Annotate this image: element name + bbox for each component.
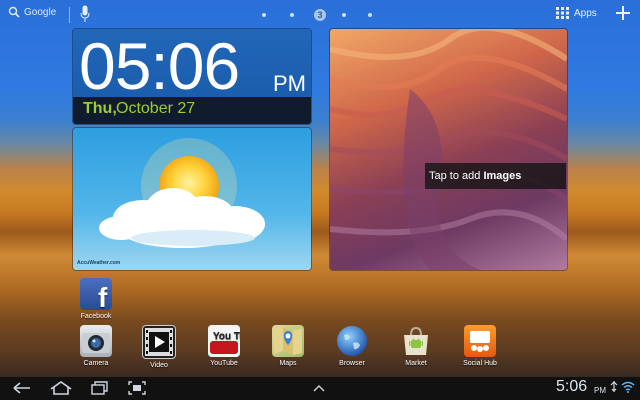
sunny-cloud-icon [99, 138, 265, 248]
google-search-button[interactable]: Google [8, 6, 56, 18]
home-icon[interactable] [49, 380, 73, 396]
microphone-icon[interactable] [80, 5, 90, 23]
search-icon [8, 6, 20, 18]
status-time: 5:06 [556, 378, 588, 395]
recent-apps-icon[interactable] [90, 380, 110, 396]
clock-ampm: PM [273, 71, 306, 96]
google-label: Google [24, 6, 57, 18]
back-icon[interactable] [12, 380, 32, 396]
canyon-photo [330, 29, 567, 270]
facebook-icon: f [80, 278, 112, 313]
tap-to-add-text: Tap to add Images [429, 170, 522, 182]
maps-app[interactable]: Maps [258, 325, 318, 367]
maps-icon [272, 325, 304, 357]
video-app[interactable]: Video [129, 325, 189, 369]
svg-text:You Tube: You Tube [213, 331, 240, 342]
market-app[interactable]: Market [386, 325, 446, 367]
youtube-icon: You Tube [208, 325, 258, 357]
social-hub-app[interactable]: Social Hub [450, 325, 510, 367]
camera-app[interactable]: Camera [66, 325, 126, 367]
svg-text:f: f [98, 282, 108, 310]
page-dot[interactable] [262, 13, 266, 17]
clock-widget[interactable]: 05:06 PM Thu, October 27 [73, 29, 311, 124]
clock-time: 05:06 [79, 29, 240, 103]
clock-day: Thu, [83, 100, 117, 117]
usb-icon [610, 381, 618, 392]
page-dot[interactable] [342, 13, 346, 17]
status-ampm: PM [594, 386, 606, 395]
photo-widget[interactable]: Tap to add Images [330, 29, 567, 270]
screenshot-icon[interactable] [127, 380, 147, 396]
add-widget-icon[interactable] [612, 2, 634, 24]
facebook-app[interactable]: f Facebook [66, 278, 126, 320]
youtube-app[interactable]: You Tube YouTube [194, 325, 258, 367]
weather-widget[interactable]: AccuWeather.com [73, 128, 311, 270]
wifi-icon [621, 381, 635, 393]
apps-label: Apps [574, 7, 597, 19]
page-dot-current[interactable]: 3 [314, 9, 326, 21]
clock-date: October 27 [116, 100, 196, 117]
apps-grid-icon [556, 7, 569, 19]
page-indicator: 3 [262, 9, 372, 21]
camera-icon [80, 325, 112, 357]
apps-button[interactable]: Apps [556, 7, 597, 19]
browser-app[interactable]: Browser [322, 325, 382, 367]
accuweather-brand: AccuWeather.com [77, 260, 121, 266]
social-hub-icon [464, 325, 496, 357]
globe-icon [336, 325, 368, 357]
divider [69, 7, 70, 23]
video-icon [142, 325, 176, 359]
page-dot[interactable] [368, 13, 372, 17]
market-bag-icon [400, 325, 432, 357]
chevron-up-icon[interactable] [311, 380, 327, 396]
page-dot[interactable] [290, 13, 294, 17]
